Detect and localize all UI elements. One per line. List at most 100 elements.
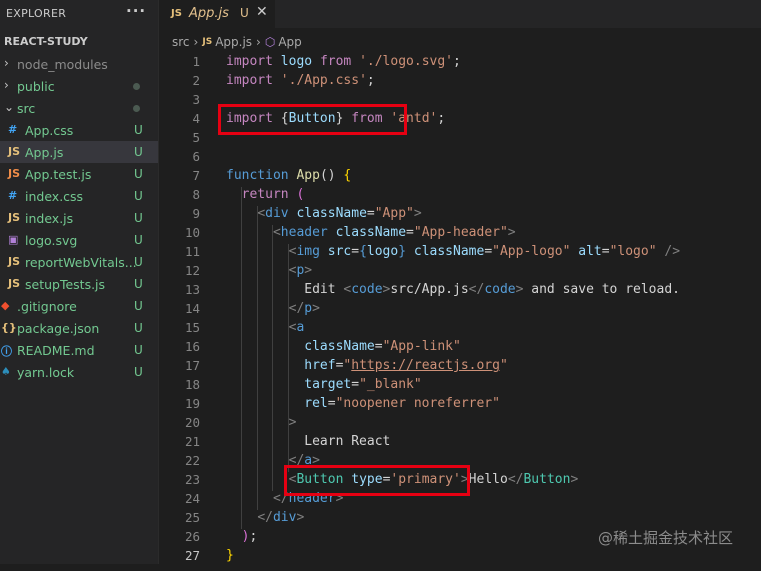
tree-item[interactable]: JS reportWebVitals... U bbox=[0, 251, 158, 273]
tree-item[interactable]: ▣ logo.svg U bbox=[0, 229, 158, 251]
breadcrumb-folder[interactable]: src bbox=[172, 35, 190, 49]
line-number: 17 bbox=[184, 358, 200, 373]
file-type-icon: ◆ bbox=[1, 299, 10, 312]
line-number: 20 bbox=[184, 415, 200, 430]
code-line: Learn React bbox=[226, 434, 391, 449]
untracked-badge: U bbox=[134, 299, 143, 313]
breadcrumb: src › JS App.js › ⬡ App bbox=[172, 34, 302, 49]
code-line: function App() { bbox=[226, 168, 352, 183]
untracked-badge: U bbox=[134, 277, 143, 291]
tree-item[interactable]: JS index.js U bbox=[0, 207, 158, 229]
untracked-badge: U bbox=[134, 365, 143, 379]
untracked-badge: U bbox=[134, 123, 143, 137]
explorer-sidebar: EXPLORER ··· REACT-STUDY › node_modules › p… bbox=[0, 0, 158, 564]
file-type-icon: JS bbox=[8, 255, 21, 268]
tree-item-label: logo.svg bbox=[25, 233, 78, 248]
code-line: ); bbox=[241, 529, 258, 544]
javascript-file-icon: JS bbox=[171, 8, 182, 19]
file-type-icon: JS bbox=[8, 167, 21, 180]
line-number: 2 bbox=[192, 73, 200, 88]
code-line: </div> bbox=[257, 510, 305, 525]
line-number: 5 bbox=[192, 130, 200, 145]
line-number: 15 bbox=[184, 320, 200, 335]
line-number: 27 bbox=[184, 548, 200, 563]
tree-item[interactable]: JS App.test.js U bbox=[0, 163, 158, 185]
tree-item[interactable]: › public bbox=[0, 75, 158, 97]
tree-item-label: README.md bbox=[17, 343, 95, 358]
tree-item[interactable]: {} package.json U bbox=[0, 317, 158, 339]
file-type-icon: ♠ bbox=[1, 365, 11, 378]
tree-item[interactable]: ⓘ README.md U bbox=[0, 339, 158, 361]
line-number: 19 bbox=[184, 396, 200, 411]
file-type-icon: JS bbox=[8, 277, 21, 290]
line-number: 1 bbox=[192, 54, 200, 69]
javascript-file-icon: JS bbox=[202, 36, 213, 47]
untracked-badge: U bbox=[134, 255, 143, 269]
line-number: 24 bbox=[184, 491, 200, 506]
tab-label: App.js bbox=[189, 6, 229, 21]
tab-bar: JS App.js U ✕ bbox=[159, 0, 761, 28]
untracked-badge: U bbox=[134, 189, 143, 203]
line-number: 3 bbox=[192, 92, 200, 107]
tab-untracked-badge: U bbox=[240, 6, 249, 20]
tree-item[interactable]: JS setupTests.js U bbox=[0, 273, 158, 295]
untracked-badge: U bbox=[134, 167, 143, 181]
line-number: 26 bbox=[184, 529, 200, 544]
untracked-badge: U bbox=[134, 211, 143, 225]
code-line: import logo from './logo.svg'; bbox=[226, 54, 461, 69]
tree-item-label: package.json bbox=[17, 321, 100, 336]
tree-item-label: .gitignore bbox=[17, 299, 77, 314]
symbol-cube-icon: ⬡ bbox=[264, 34, 276, 49]
breadcrumb-symbol[interactable]: App bbox=[278, 35, 301, 49]
file-type-icon: # bbox=[8, 123, 18, 136]
file-type-icon: ⓘ bbox=[1, 345, 12, 358]
line-number: 14 bbox=[184, 301, 200, 316]
chevron-right-icon: › bbox=[4, 56, 9, 70]
tree-item-label: setupTests.js bbox=[25, 277, 106, 292]
code-line: <p> bbox=[288, 263, 313, 278]
tab-app-js[interactable]: JS App.js U ✕ bbox=[159, 0, 275, 28]
tree-item[interactable]: # index.css U bbox=[0, 185, 158, 207]
close-icon[interactable]: ✕ bbox=[256, 4, 268, 20]
code-editor[interactable]: 1 import logo from './logo.svg'; 2 import '… bbox=[159, 52, 761, 564]
tree-item-label: public bbox=[17, 79, 55, 94]
tree-item[interactable]: › node_modules bbox=[0, 53, 158, 75]
tree-item[interactable]: ⌄ src bbox=[0, 97, 158, 119]
line-number: 22 bbox=[184, 453, 200, 468]
tree-item-label: node_modules bbox=[17, 57, 108, 72]
file-type-icon: ▣ bbox=[8, 233, 19, 246]
tree-item[interactable]: ◆ .gitignore U bbox=[0, 295, 158, 317]
indent-guide bbox=[241, 187, 242, 529]
chevron-right-icon: › bbox=[4, 78, 9, 92]
line-number: 21 bbox=[184, 434, 200, 449]
button-element-highlight bbox=[284, 465, 470, 496]
tree-item[interactable]: # App.css U bbox=[0, 119, 158, 141]
line-number: 4 bbox=[192, 111, 200, 126]
line-number: 8 bbox=[192, 187, 200, 202]
chevron-down-icon: ⌄ bbox=[4, 100, 15, 114]
tree-item-label: App.test.js bbox=[25, 167, 92, 182]
code-line: className="App-link" bbox=[304, 339, 461, 354]
tree-item-label: index.js bbox=[25, 211, 74, 226]
breadcrumb-file[interactable]: App.js bbox=[215, 35, 252, 49]
line-number: 6 bbox=[192, 149, 200, 164]
project-folder-title[interactable]: REACT-STUDY bbox=[4, 35, 88, 48]
code-line: return ( bbox=[226, 187, 305, 202]
code-line: rel="noopener noreferrer" bbox=[304, 396, 500, 411]
untracked-badge: U bbox=[134, 145, 143, 159]
line-number: 12 bbox=[184, 263, 200, 278]
tree-item[interactable]: ♠ yarn.lock U bbox=[0, 361, 158, 383]
code-line: target="_blank" bbox=[304, 377, 422, 392]
tree-item-label: yarn.lock bbox=[17, 365, 75, 380]
untracked-badge: U bbox=[134, 343, 143, 357]
tree-item[interactable]: JS App.js U bbox=[0, 141, 158, 163]
tree-item-label: App.js bbox=[25, 145, 64, 160]
indent-guide bbox=[272, 225, 273, 491]
line-number: 23 bbox=[184, 472, 200, 487]
tree-item-label: src bbox=[17, 101, 36, 116]
code-line: <img src={logo} className="App-logo" alt… bbox=[288, 244, 681, 259]
untracked-badge: U bbox=[134, 233, 143, 247]
more-actions-icon[interactable]: ··· bbox=[126, 2, 146, 20]
file-type-icon: # bbox=[8, 189, 18, 202]
tree-item-label: App.css bbox=[25, 123, 74, 138]
